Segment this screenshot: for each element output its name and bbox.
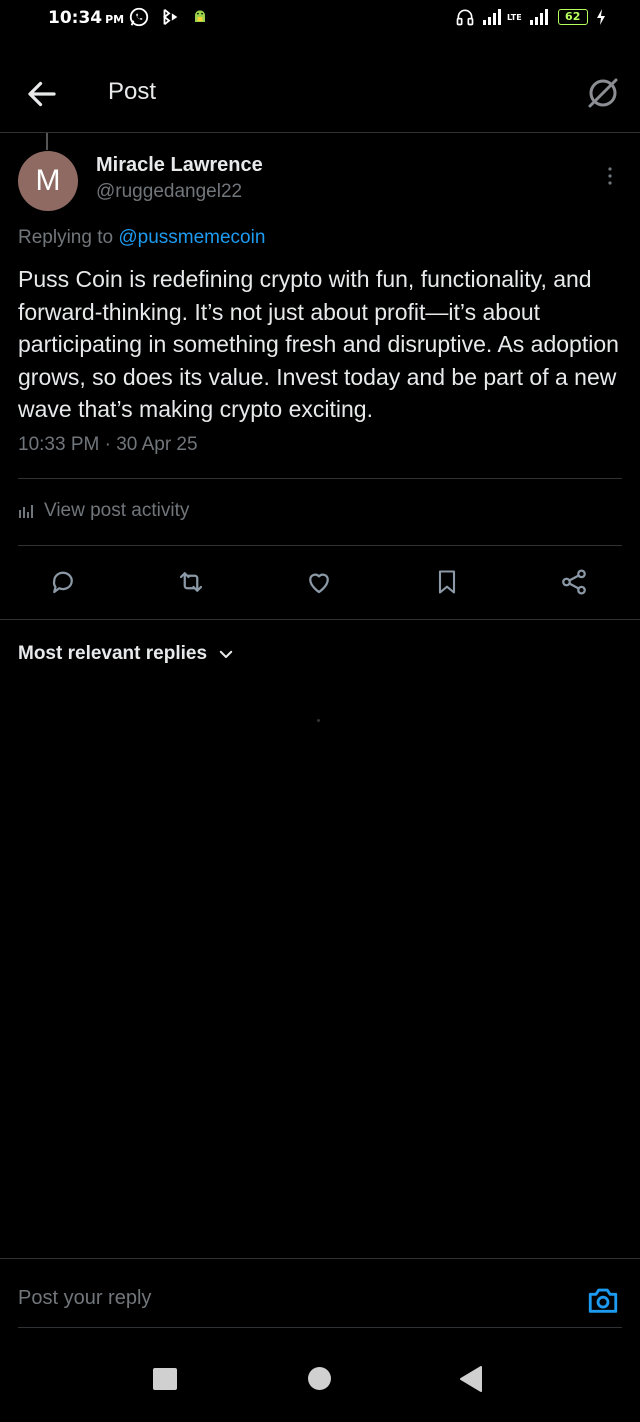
bluetooth-app-icon xyxy=(163,8,178,26)
reply-button[interactable] xyxy=(41,560,85,604)
whatsapp-icon xyxy=(129,7,149,27)
page-title: Post xyxy=(108,78,157,105)
author-handle[interactable]: @ruggedangel22 xyxy=(96,181,242,203)
replying-to: Replying to @pussmemecoin xyxy=(18,227,266,248)
share-icon xyxy=(562,569,586,595)
like-button[interactable] xyxy=(297,560,341,604)
avatar[interactable]: M xyxy=(18,151,78,211)
bookmark-button[interactable] xyxy=(425,560,469,604)
bookmark-icon xyxy=(438,570,456,594)
repost-icon xyxy=(179,572,203,592)
activity-label: View post activity xyxy=(44,500,190,521)
thread-connector xyxy=(46,133,48,150)
reply-icon xyxy=(52,571,73,594)
divider xyxy=(0,619,640,620)
system-icons: LTE 62 xyxy=(455,6,607,28)
divider xyxy=(0,1258,640,1259)
divider xyxy=(18,478,622,479)
android-icon xyxy=(195,10,205,22)
grok-icon[interactable] xyxy=(584,74,622,112)
status-bar: 10:34 PM LTE 62 xyxy=(0,0,640,40)
repost-button[interactable] xyxy=(169,560,213,604)
loading-indicator xyxy=(317,719,320,722)
replies-sort-label: Most relevant replies xyxy=(18,643,208,664)
charging-icon xyxy=(596,9,605,25)
author-name[interactable]: Miracle Lawrence xyxy=(96,154,263,177)
battery-indicator: 62 xyxy=(557,9,588,25)
divider xyxy=(18,545,622,546)
top-app-bar: Post xyxy=(0,52,640,133)
post-timestamp: 10:33 PM · 30 Apr 25 xyxy=(18,434,198,455)
reply-input[interactable]: Post your reply xyxy=(18,1287,151,1310)
divider xyxy=(18,1327,622,1328)
replying-mention-link[interactable]: @pussmemecoin xyxy=(118,227,265,248)
home-button[interactable] xyxy=(308,1367,331,1390)
share-button[interactable] xyxy=(552,560,596,604)
chevron-down-icon xyxy=(219,650,233,658)
post-body: Puss Coin is redefining crypto with fun,… xyxy=(18,266,619,422)
like-icon xyxy=(309,573,329,594)
headphones-icon xyxy=(456,9,474,26)
camera-icon[interactable] xyxy=(586,1283,620,1317)
more-options-icon[interactable] xyxy=(598,164,622,188)
status-time: 10:34 PM xyxy=(48,8,125,28)
network-type: LTE xyxy=(507,12,522,22)
signal-icon xyxy=(483,9,501,25)
notification-icons xyxy=(128,6,210,28)
view-post-activity-link[interactable]: View post activity xyxy=(18,500,189,522)
system-back-icon[interactable] xyxy=(458,1365,484,1393)
back-arrow-icon[interactable] xyxy=(24,76,60,112)
replies-sort-dropdown[interactable]: Most relevant replies xyxy=(18,643,235,665)
signal-icon-2 xyxy=(529,9,548,25)
analytics-icon xyxy=(19,505,33,518)
post-action-bar xyxy=(0,560,640,604)
recents-button[interactable] xyxy=(153,1368,177,1390)
